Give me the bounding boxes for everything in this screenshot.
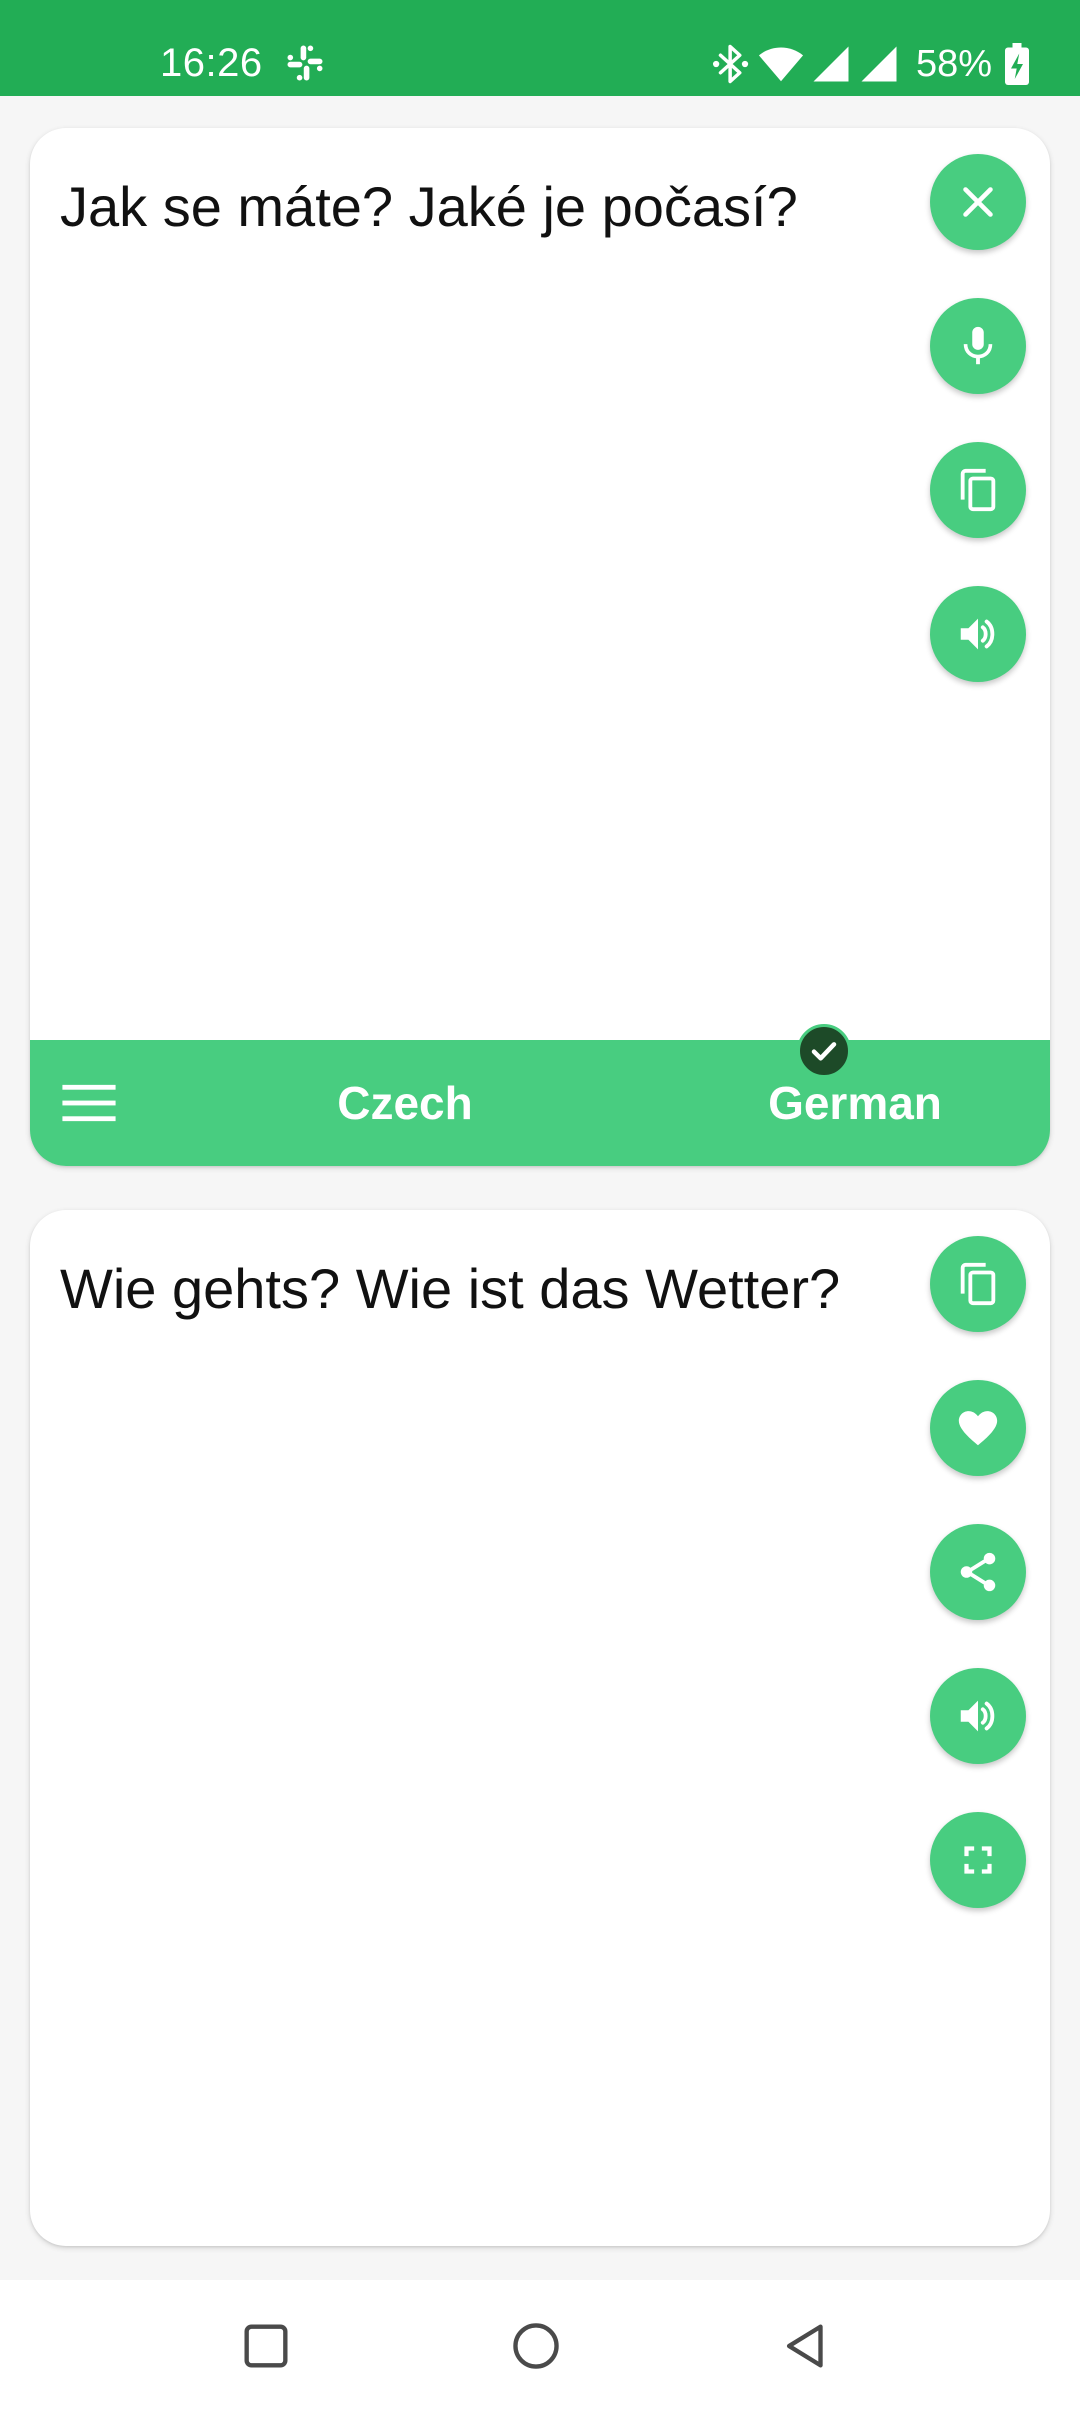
target-actions — [930, 1236, 1026, 1908]
favorite-button[interactable] — [930, 1380, 1026, 1476]
volume-icon — [960, 618, 995, 650]
speak-source-button[interactable] — [930, 586, 1026, 682]
navigation-bar — [0, 2280, 1080, 2412]
source-actions — [930, 154, 1026, 682]
mic-button[interactable] — [930, 298, 1026, 394]
source-language-button[interactable]: Czech — [245, 1040, 565, 1166]
translation-text: Wie gehts? Wie ist das Wetter? — [60, 1257, 841, 1320]
target-panel: Wie gehts? Wie ist das Wetter? — [30, 1210, 1050, 2246]
signal-icon — [810, 43, 852, 85]
heart-icon — [958, 1411, 998, 1446]
status-time: 16:26 — [160, 41, 263, 85]
copy-translation-button[interactable] — [930, 1236, 1026, 1332]
close-icon — [963, 187, 993, 217]
slack-icon — [284, 42, 326, 84]
clear-button[interactable] — [930, 154, 1026, 250]
share-button[interactable] — [930, 1524, 1026, 1620]
back-button[interactable] — [766, 2306, 846, 2386]
system-status-icons: 58% — [710, 40, 1030, 88]
menu-button[interactable] — [60, 1074, 118, 1132]
home-button[interactable] — [496, 2306, 576, 2386]
signal-icon — [858, 43, 900, 85]
bluetooth-icon — [710, 43, 752, 85]
language-bar: Czech German — [30, 1040, 1050, 1166]
copy-icon — [960, 1262, 996, 1306]
menu-icon — [62, 1084, 116, 1122]
speak-translation-button[interactable] — [930, 1668, 1026, 1764]
copy-source-button[interactable] — [930, 442, 1026, 538]
share-icon — [960, 1552, 996, 1592]
target-language-button[interactable]: German — [695, 1040, 1015, 1166]
status-bar: 16:26 58% — [0, 0, 1080, 96]
wifi-icon — [758, 41, 804, 87]
fullscreen-icon — [964, 1846, 992, 1874]
fullscreen-button[interactable] — [930, 1812, 1026, 1908]
back-icon — [786, 2324, 823, 2368]
source-text-input[interactable]: Jak se máte? Jaké je počasí? — [60, 168, 920, 246]
battery-percent: 58% — [915, 43, 992, 85]
mic-icon — [963, 326, 993, 365]
source-panel: Jak se máte? Jaké je počasí? Czech Germa… — [30, 128, 1050, 1166]
battery-charging-icon — [1004, 43, 1030, 85]
volume-icon — [960, 1700, 995, 1732]
recents-button[interactable] — [226, 2306, 306, 2386]
recents-icon — [244, 2324, 288, 2368]
selected-check-icon — [797, 1024, 851, 1078]
copy-icon — [960, 468, 996, 512]
home-icon — [513, 2323, 559, 2369]
